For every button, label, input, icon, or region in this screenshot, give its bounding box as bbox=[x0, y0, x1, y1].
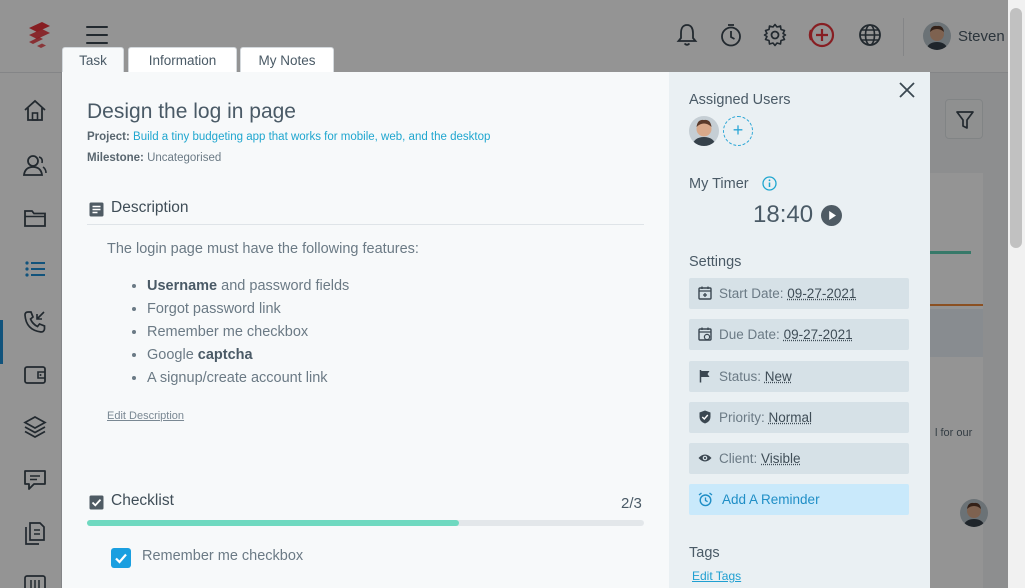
milestone-value: Uncategorised bbox=[147, 152, 221, 164]
setting-label: Status: New bbox=[719, 369, 792, 384]
task-main-panel: Design the log in page Project: Build a … bbox=[62, 72, 669, 588]
tab-task[interactable]: Task bbox=[62, 47, 124, 74]
setting-status[interactable]: Status: New bbox=[689, 361, 909, 392]
play-icon bbox=[821, 205, 842, 226]
assigned-user-avatar[interactable] bbox=[689, 116, 719, 146]
edit-tags-link[interactable]: Edit Tags bbox=[692, 569, 741, 583]
list-item: Remember me checkbox bbox=[147, 323, 349, 346]
tab-my-notes[interactable]: My Notes bbox=[240, 47, 334, 73]
list-item: Username and password fields bbox=[147, 277, 349, 300]
task-side-panel: Assigned Users + My Timer 18:40 Settings… bbox=[669, 72, 930, 588]
checklist-count: 2/3 bbox=[621, 495, 642, 512]
settings-heading: Settings bbox=[689, 254, 741, 270]
project-label: Project: bbox=[87, 131, 130, 143]
setting-label: Due Date: 09-27-2021 bbox=[719, 327, 853, 342]
project-meta: Project: Build a tiny budgeting app that… bbox=[87, 131, 490, 143]
reminder-label: Add A Reminder bbox=[722, 492, 820, 507]
checklist-progress bbox=[87, 520, 644, 526]
tags-heading: Tags bbox=[689, 545, 720, 561]
checklist-checkbox[interactable] bbox=[111, 548, 131, 568]
setting-start-date[interactable]: Start Date: 09-27-2021 bbox=[689, 278, 909, 309]
description-heading: Description bbox=[111, 199, 189, 217]
milestone-label: Milestone: bbox=[87, 152, 144, 164]
alarm-clock-icon bbox=[698, 492, 713, 507]
document-icon bbox=[89, 202, 104, 217]
setting-client[interactable]: Client: Visible bbox=[689, 443, 909, 474]
checklist-progress-fill bbox=[87, 520, 459, 526]
close-icon[interactable] bbox=[897, 80, 917, 100]
description-intro: The login page must have the following f… bbox=[107, 241, 419, 257]
page-scrollbar[interactable] bbox=[1008, 0, 1025, 588]
eye-icon bbox=[698, 451, 712, 465]
checklist-heading: Checklist bbox=[111, 492, 174, 510]
calendar-plus-icon bbox=[698, 286, 712, 300]
checklist-item-label: Remember me checkbox bbox=[142, 548, 303, 564]
client-value: Visible bbox=[761, 451, 801, 466]
check-icon bbox=[111, 548, 131, 568]
scrollbar-thumb[interactable] bbox=[1010, 8, 1022, 248]
checkbox-icon bbox=[89, 495, 104, 510]
description-header: Description bbox=[87, 198, 644, 224]
timer-value: 18:40 bbox=[753, 201, 813, 229]
section-divider bbox=[87, 224, 644, 225]
edit-description-link[interactable]: Edit Description bbox=[107, 410, 184, 422]
checklist-header: Checklist bbox=[87, 491, 644, 517]
status-value: New bbox=[765, 369, 792, 384]
tab-information[interactable]: Information bbox=[128, 47, 237, 73]
add-reminder-button[interactable]: Add A Reminder bbox=[689, 484, 909, 515]
setting-label: Client: Visible bbox=[719, 451, 801, 466]
list-item: Google captcha bbox=[147, 346, 349, 369]
due-date-value: 09-27-2021 bbox=[784, 327, 853, 342]
description-list: Username and password fields Forgot pass… bbox=[147, 277, 349, 392]
timer-heading: My Timer bbox=[689, 176, 749, 192]
timer-play-button[interactable] bbox=[821, 205, 842, 226]
shield-check-icon bbox=[698, 410, 712, 424]
setting-label: Start Date: 09-27-2021 bbox=[719, 286, 856, 301]
setting-due-date[interactable]: Due Date: 09-27-2021 bbox=[689, 319, 909, 350]
project-link[interactable]: Build a tiny budgeting app that works fo… bbox=[133, 131, 490, 143]
flag-icon bbox=[698, 369, 712, 383]
calendar-clock-icon bbox=[698, 327, 712, 341]
assigned-users-heading: Assigned Users bbox=[689, 92, 791, 108]
info-icon[interactable] bbox=[762, 176, 777, 191]
list-item: Forgot password link bbox=[147, 300, 349, 323]
start-date-value: 09-27-2021 bbox=[787, 286, 856, 301]
add-user-button[interactable]: + bbox=[723, 116, 753, 146]
milestone-meta: Milestone: Uncategorised bbox=[87, 152, 221, 164]
priority-value: Normal bbox=[769, 410, 813, 425]
setting-label: Priority: Normal bbox=[719, 410, 812, 425]
task-title[interactable]: Design the log in page bbox=[87, 100, 296, 124]
list-item: A signup/create account link bbox=[147, 369, 349, 392]
setting-priority[interactable]: Priority: Normal bbox=[689, 402, 909, 433]
